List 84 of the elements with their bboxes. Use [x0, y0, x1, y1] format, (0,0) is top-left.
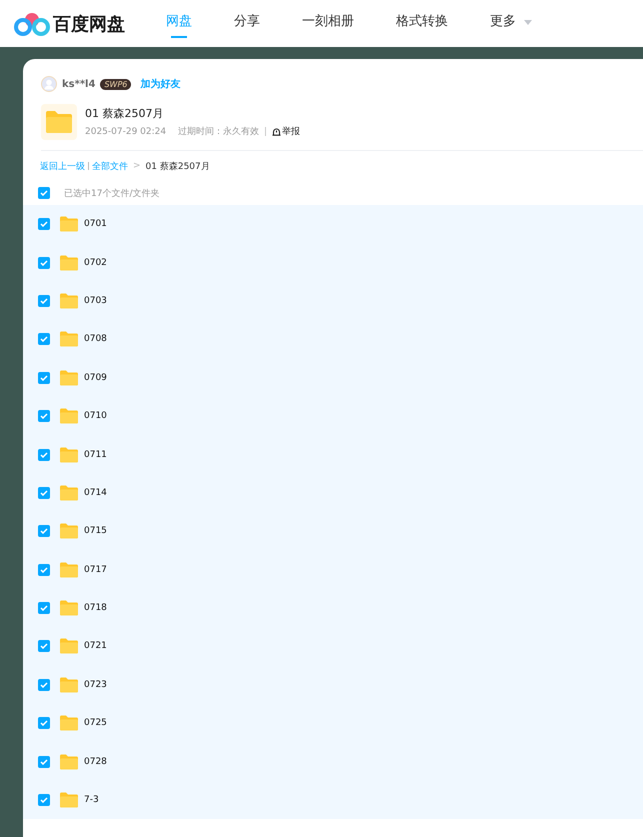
file-name[interactable]: 0728	[84, 756, 107, 767]
nav-tab[interactable]: 格式转换	[396, 0, 448, 47]
folder-icon	[60, 523, 78, 540]
file-name[interactable]: 0718	[84, 603, 107, 614]
check-icon	[40, 413, 48, 420]
folder-icon	[60, 446, 78, 463]
file-name[interactable]: 0721	[84, 641, 107, 652]
level-badge: SWP6	[100, 78, 132, 90]
file-name[interactable]: 0703	[84, 296, 107, 306]
check-icon	[40, 490, 48, 496]
nav-tab[interactable]: 一刻相册	[302, 0, 354, 47]
user-name: ks**l4	[62, 78, 96, 90]
row-checkbox[interactable]	[38, 448, 50, 461]
row-checkbox[interactable]	[38, 294, 50, 307]
folder-icon	[60, 754, 78, 770]
nav-tab[interactable]: 更多	[490, 0, 532, 47]
file-name[interactable]: 0710	[84, 411, 107, 422]
row-checkbox[interactable]	[38, 218, 50, 230]
folder-icon	[60, 408, 78, 424]
row-checkbox[interactable]	[38, 525, 50, 538]
file-name[interactable]: 0709	[84, 372, 107, 383]
folder-icon	[60, 638, 78, 654]
folder-icon	[60, 331, 78, 348]
folder-icon	[60, 715, 78, 732]
file-name[interactable]: 0723	[84, 680, 107, 690]
expiry-text: 过期时间：永久有效	[178, 126, 260, 138]
check-icon	[40, 260, 48, 266]
select-all-checkbox[interactable]	[38, 187, 50, 199]
folder-icon	[60, 216, 78, 232]
row-checkbox[interactable]	[38, 794, 50, 806]
folder-icon	[60, 484, 78, 501]
current-folder: 01 蔡森2507月	[146, 160, 210, 172]
alarm-icon	[272, 127, 282, 136]
row-checkbox[interactable]	[38, 717, 50, 730]
file-name[interactable]: 7-3	[84, 795, 99, 806]
row-checkbox[interactable]	[38, 678, 50, 691]
avatar-icon	[41, 76, 57, 92]
file-name[interactable]: 0702	[84, 258, 107, 268]
folder-icon	[60, 676, 78, 693]
row-checkbox[interactable]	[38, 564, 50, 576]
folder-icon	[60, 600, 78, 616]
check-icon	[40, 374, 48, 381]
check-icon	[40, 528, 48, 534]
row-checkbox[interactable]	[38, 256, 50, 269]
check-icon	[40, 605, 48, 612]
file-name[interactable]: 0715	[84, 526, 107, 536]
report-button[interactable]: 举报	[272, 125, 300, 138]
check-icon	[40, 566, 48, 573]
share-date: 2025-07-29 02:24	[85, 126, 166, 136]
check-icon	[40, 682, 48, 688]
file-name[interactable]: 0717	[84, 564, 107, 575]
folder-icon	[60, 370, 78, 386]
check-icon	[40, 336, 48, 342]
folder-icon	[60, 292, 78, 309]
breadcrumb-separator: >	[133, 161, 141, 171]
logo-icon	[14, 10, 50, 36]
selection-count: 已选中17个文件/文件夹	[64, 188, 160, 200]
row-checkbox[interactable]	[38, 410, 50, 422]
file-name[interactable]: 0714	[84, 488, 107, 498]
row-checkbox[interactable]	[38, 602, 50, 614]
check-icon	[40, 643, 48, 650]
check-icon	[40, 452, 48, 458]
folder-icon	[60, 254, 78, 271]
share-title: 01 蔡森2507月	[85, 106, 164, 121]
check-icon	[40, 797, 48, 804]
check-icon	[40, 720, 48, 726]
logo-text: 百度网盘	[53, 12, 125, 36]
file-name[interactable]: 0708	[84, 334, 107, 344]
nav-tab[interactable]: 分享	[234, 0, 260, 47]
row-checkbox[interactable]	[38, 756, 50, 768]
file-name[interactable]: 0725	[84, 718, 107, 728]
row-checkbox[interactable]	[38, 333, 50, 346]
check-icon	[40, 190, 48, 196]
check-icon	[40, 758, 48, 765]
file-name[interactable]: 0701	[84, 219, 107, 230]
folder-icon	[60, 792, 78, 808]
row-checkbox[interactable]	[38, 486, 50, 499]
row-checkbox[interactable]	[38, 640, 50, 652]
folder-icon	[60, 562, 78, 578]
row-checkbox[interactable]	[38, 372, 50, 384]
check-icon	[40, 298, 48, 304]
check-icon	[40, 221, 48, 228]
file-name[interactable]: 0711	[84, 450, 107, 460]
folder-icon	[41, 104, 77, 140]
